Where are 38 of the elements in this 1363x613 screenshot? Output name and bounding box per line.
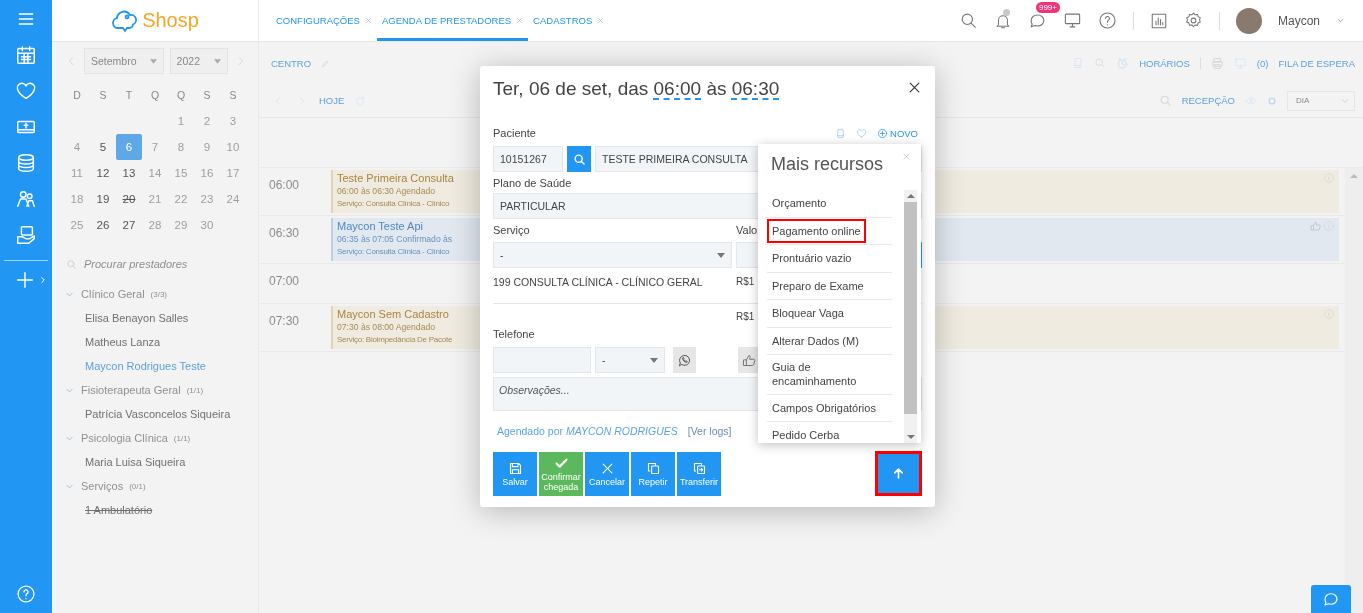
group-count: (1/1) <box>173 433 191 443</box>
group-count: (3/3) <box>150 289 168 299</box>
weekday-label: T <box>124 88 134 103</box>
appointment-title: Maycon Sem Cadastro <box>337 308 450 320</box>
time-label: 06:00 <box>268 177 301 194</box>
service-label: Serviço <box>493 224 531 238</box>
weekday-label: S <box>98 88 108 103</box>
weekday-label: D <box>72 88 82 103</box>
time-label: 07:30 <box>268 313 301 330</box>
appointment-time-status: 07:30 às 08:00 Agendado <box>337 322 436 332</box>
time-label: 06:30 <box>268 225 301 242</box>
appointment-time-status: 06:35 às 07:05 Confirmado às <box>337 234 453 244</box>
logo-text: Shosp <box>142 9 199 32</box>
value-label: Valo <box>736 224 758 238</box>
time-label: 07:00 <box>268 273 301 290</box>
service-description: 199 CONSULTA CLÍNICA - CLÍNICO GERAL <box>493 276 704 290</box>
popover-title: Mais recursos <box>771 154 884 176</box>
appointment-title: Teste Primeira Consulta <box>337 172 454 184</box>
total-price: R$1 <box>736 310 755 322</box>
appointment-time-status: 06:00 às 06:30 Agendado <box>337 186 436 196</box>
patient-label: Paciente <box>493 127 536 139</box>
weekday-label: Q <box>149 88 161 103</box>
waiting-count: (0) <box>1256 57 1269 69</box>
plan-label: Plano de Saúde <box>493 177 572 191</box>
weekday-label: S <box>228 88 238 103</box>
appointment-service: Serviço: Bioimpedância De Pacote <box>337 335 453 344</box>
appointment-title: Maycon Teste Api <box>337 220 424 232</box>
appointment-service: Serviço: Consulta Clínica - Clínico <box>337 199 451 208</box>
group-count: (1/1) <box>186 385 204 395</box>
weekday-label: Q <box>175 88 187 103</box>
weekday-label: S <box>202 88 212 103</box>
dialog-title: Ter, 06 de set, das 06:00 às 06:30 <box>493 78 780 100</box>
phone-label: Telefone <box>493 328 535 342</box>
appointment-service: Serviço: Consulta Clínica - Clínico <box>337 247 451 256</box>
message-count-badge: 999+ <box>1035 2 1060 13</box>
scheduled-by-text: Agendado por MAYCON RODRIGUES <box>497 425 678 439</box>
service-price: R$1 <box>736 276 755 289</box>
group-count: (0/1) <box>129 481 146 491</box>
